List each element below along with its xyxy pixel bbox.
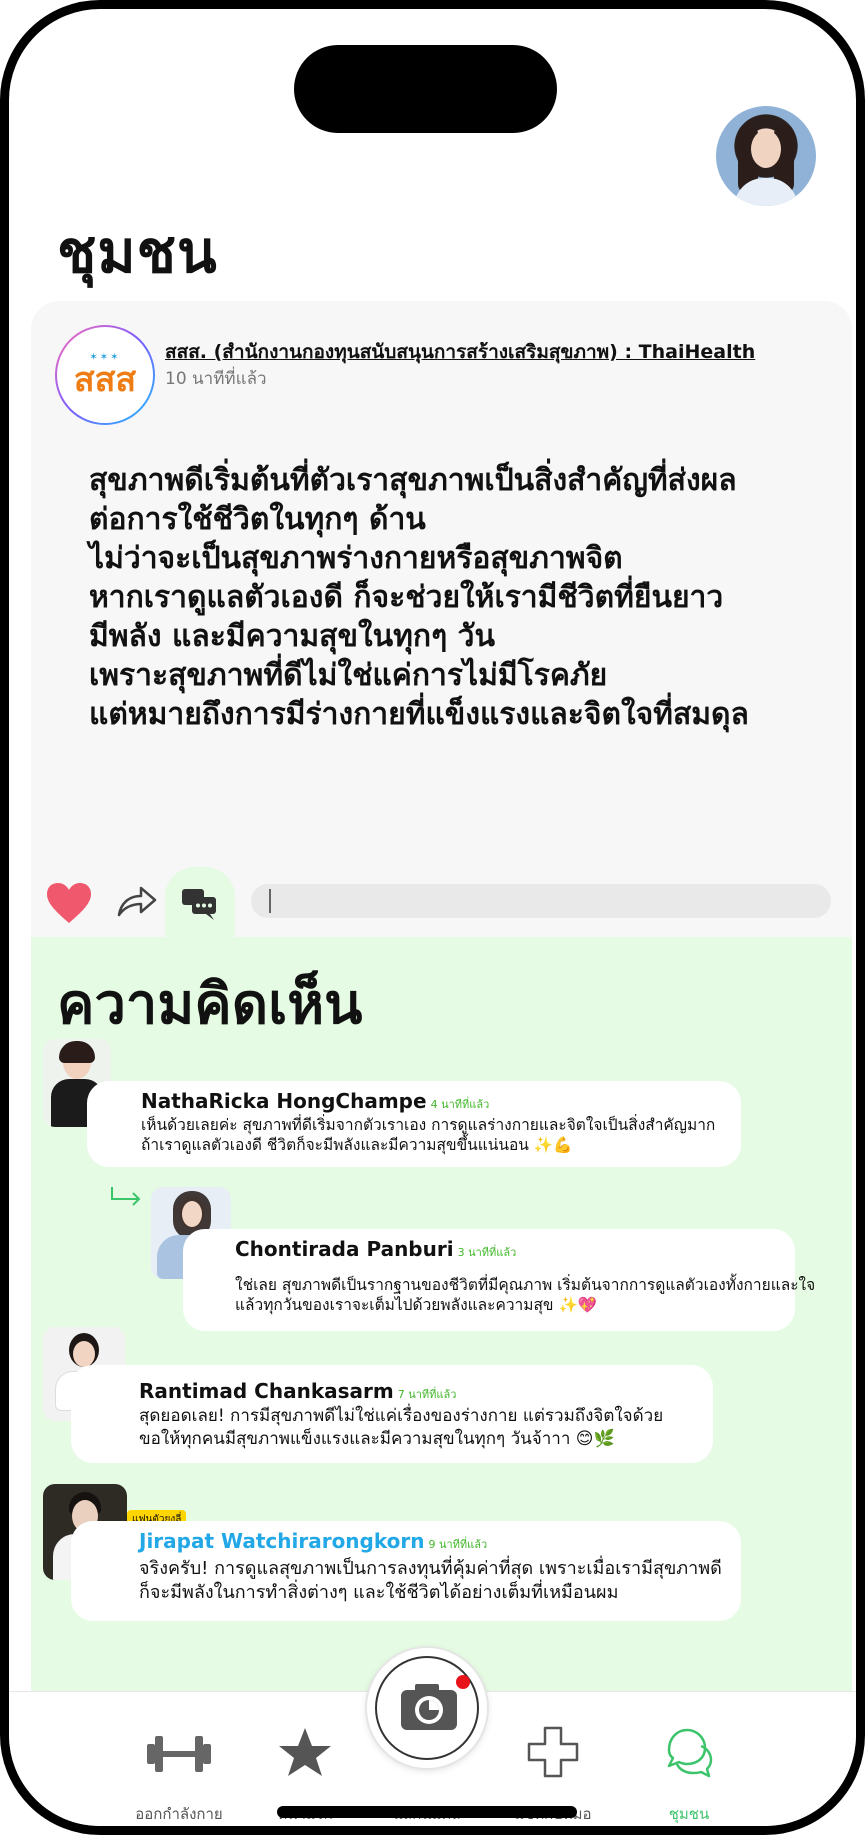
text-caret [269,889,271,913]
star-icon [279,1728,331,1776]
comments-tab[interactable] [165,867,235,941]
share-icon[interactable] [115,881,159,921]
comment-text: แล้วทุกวันของเราจะเต็มไปด้วยพลังและความส… [235,1296,598,1314]
phone-frame: ชุมชน ✶✶✶ สสส สสส. (สำนักงานกองทุนสนับสน… [0,0,865,1835]
commenter-name[interactable]: Chontirada Panburi [235,1237,454,1261]
post-line: ไม่ว่าจะเป็นสุขภาพร่างกายหรือสุขภาพจิต [89,541,623,576]
post-body: สุขภาพดีเริ่มต้นที่ตัวเราสุขภาพเป็นสิ่งส… [89,461,829,734]
heart-icon[interactable] [45,881,93,925]
page-title: ชุมชน [57,218,218,286]
profile-avatar[interactable] [716,106,816,206]
comment-text: ขอให้ทุกคนมีสุขภาพแข็งแรงและมีความสุขในท… [139,1429,615,1449]
post-author-link[interactable]: สสส. (สำนักงานกองทุนสนับสนุนการสร้างเสริ… [165,337,755,367]
dumbbell-icon [147,1736,211,1772]
comment-time: 9 นาทีที่แล้ว [428,1538,488,1551]
commenter-name[interactable]: NathaRicka HongChampe [141,1089,427,1113]
nav-label: ชุมชน [668,1805,710,1823]
nav-home[interactable]: หน้าแรก [245,1720,365,1823]
comment-text: สุดยอดเลย! การมีสุขภาพดีไม่ใช่แค่เรื่องข… [139,1406,664,1426]
reply-arrow-icon [111,1187,141,1206]
comment-card: Jirapat Watchirarongkorn 9 นาทีที่แล้ว จร… [71,1521,741,1621]
commenter-name[interactable]: Jirapat Watchirarongkorn [139,1529,424,1553]
nav-chat-doctor[interactable]: แชทกับหมอ [493,1720,613,1823]
post-timestamp: 10 นาทีที่แล้ว [165,369,267,389]
comment-time: 3 นาทีที่แล้ว [457,1246,517,1259]
comments-title: ความคิดเห็น [57,972,363,1037]
logo-text: สสส [73,360,137,400]
post-line: เพราะสุขภาพที่ดีไม่ใช่แค่การไม่มีโรคภัย [89,658,608,693]
post-actions [31,867,852,941]
nav-community[interactable]: ชุมชน [629,1720,749,1823]
post-line: หากเราดูแลตัวเองดี ก็จะช่วยให้เรามีชีวิต… [89,580,724,615]
home-indicator[interactable] [277,1806,577,1818]
comment-text: เห็นด้วยเลยค่ะ สุขภาพที่ดีเริ่มจากตัวเรา… [141,1116,716,1134]
post-line: แต่หมายถึงการมีร่างกายที่แข็งแรงและจิตใจ… [89,697,749,732]
comment-text: ถ้าเราดูแลตัวเองดี ชีวิตก็จะมีพลังและมีค… [141,1136,573,1154]
comment-card: Chontirada Panburi 3 นาทีที่แล้ว ใช่เลย ส… [183,1229,815,1331]
comment-text: จริงครับ! การดูแลสุขภาพเป็นการลงทุนที่คุ… [139,1558,722,1579]
comments-icon [182,889,216,920]
comments-section: ความคิดเห็น NathaRicka HongChampe 4 นาทีท… [31,937,852,1697]
comment-time: 4 นาทีที่แล้ว [430,1098,490,1111]
plus-icon [527,1726,579,1778]
post-card: ✶✶✶ สสส สสส. (สำนักงานกองทุนสนับสนุนการส… [31,301,852,937]
chat-bubbles-icon [667,1728,713,1778]
camera-icon [401,1675,470,1730]
commenter-name[interactable]: Rantimad Chankasarm [139,1379,394,1403]
post-line: ต่อการใช้ชีวิตในทุกๆ ด้าน [89,502,426,537]
post-line: สุขภาพดีเริ่มต้นที่ตัวเราสุขภาพเป็นสิ่งส… [89,463,737,498]
comment-card: NathaRicka HongChampe 4 นาทีที่แล้ว เห็นด… [87,1081,741,1167]
comment-card: Rantimad Chankasarm 7 นาทีที่แล้ว สุดยอดเ… [71,1365,713,1463]
org-logo[interactable]: ✶✶✶ สสส [55,325,155,425]
nav-exercise[interactable]: ออกกำลังกาย [119,1720,239,1823]
post-line: มีพลัง และมีความสุขในทุกๆ วัน [89,619,495,654]
comment-text: ใช่เลย สุขภาพดีเป็นรากฐานของชีวิตที่มีคุ… [235,1276,816,1294]
comment-input[interactable] [251,884,831,918]
comment-text: ก็จะมีพลังในการทำสิ่งต่างๆ และใช้ชีวิตได… [139,1582,619,1603]
bottom-nav: ออกกำลังกาย หน้าแรก แสกนแคล [9,1648,856,1826]
dynamic-island [294,45,557,133]
nav-label: ออกกำลังกาย [135,1805,223,1823]
comment-time: 7 นาทีที่แล้ว [397,1388,457,1401]
scan-button[interactable] [367,1648,487,1768]
